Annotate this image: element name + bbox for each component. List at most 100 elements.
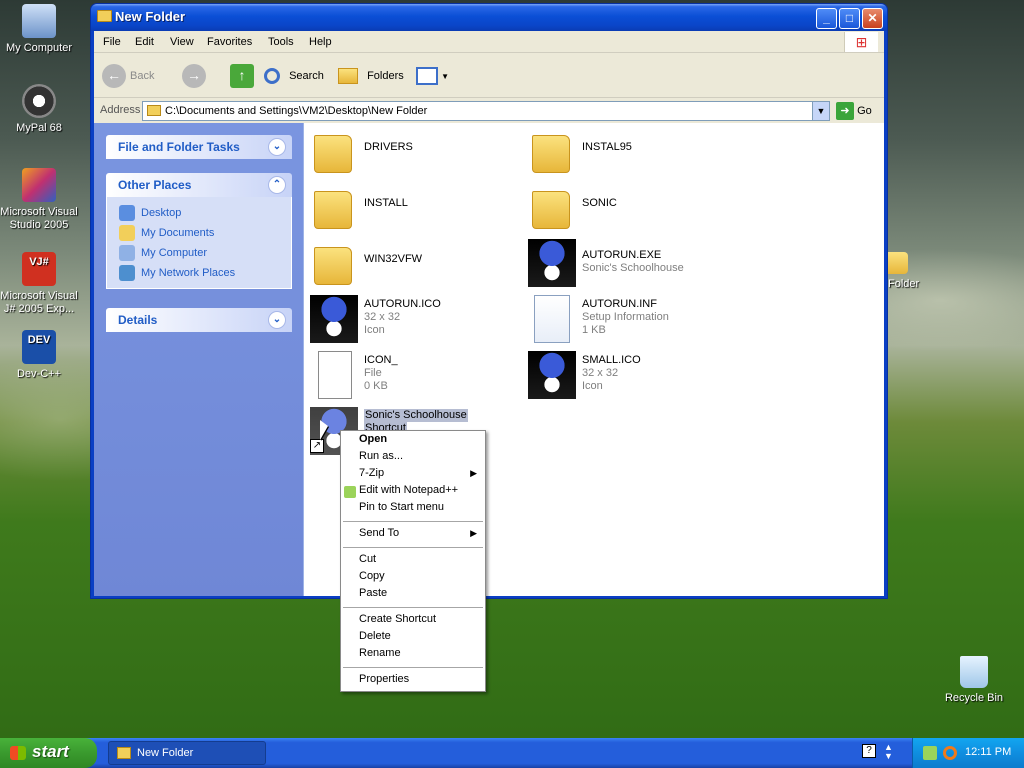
address-bar: Address C:\Documents and Settings\VM2\De… [94, 99, 884, 123]
mouse-cursor-icon [320, 420, 328, 440]
file-item-instal95[interactable]: INSTAL95 [528, 127, 738, 179]
help-tray-icon[interactable]: ? [862, 744, 876, 758]
task-pane: File and Folder Tasks ⌄ Other Places ⌃ D… [94, 123, 303, 596]
computer-icon [22, 4, 56, 38]
desktop-icon-devcpp[interactable]: DEV Dev-C++ [0, 330, 78, 381]
place-my-documents[interactable]: My Documents [119, 225, 214, 241]
file-folder-tasks-header[interactable]: File and Folder Tasks ⌄ [106, 135, 292, 159]
menu-separator [343, 667, 483, 668]
window-client: File Edit View Favorites Tools Help ⊞ ← … [94, 31, 884, 596]
menu-bar: File Edit View Favorites Tools Help ⊞ [94, 31, 884, 53]
go-button[interactable]: ➜ Go [836, 101, 880, 121]
chevron-down-icon[interactable]: ⌄ [268, 311, 286, 329]
menu-tools[interactable]: Tools [268, 36, 294, 48]
menu-item-rename[interactable]: Rename [359, 647, 401, 659]
back-arrow-icon: ← [102, 64, 126, 88]
sonic-icon [528, 239, 576, 287]
chevron-up-icon[interactable]: ⌃ [268, 176, 286, 194]
menu-item-create-shortcut[interactable]: Create Shortcut [359, 613, 436, 625]
menu-item-edit-notepadpp[interactable]: Edit with Notepad++ [359, 484, 458, 496]
menu-item-run-as[interactable]: Run as... [359, 450, 403, 462]
desktop-icon-visual-studio[interactable]: Microsoft Visual Studio 2005 [0, 168, 78, 232]
file-item-autorun-exe[interactable]: AUTORUN.EXE Sonic's Schoolhouse [528, 239, 738, 291]
devcpp-icon: DEV [22, 330, 56, 364]
file-icon [318, 351, 352, 399]
other-places-body: Desktop My Documents My Computer My Netw… [106, 197, 292, 289]
folders-icon [338, 68, 358, 85]
visual-studio-icon [22, 168, 56, 202]
menu-help[interactable]: Help [309, 36, 332, 48]
folder-icon [147, 105, 161, 116]
chevron-down-icon[interactable]: ⌄ [268, 138, 286, 156]
title-bar[interactable]: New Folder _ □ ✕ [91, 4, 887, 31]
menu-item-7zip[interactable]: 7-Zip [359, 467, 384, 479]
place-my-computer[interactable]: My Computer [119, 245, 207, 261]
menu-file[interactable]: File [103, 36, 121, 48]
search-tray-icon[interactable] [943, 746, 957, 760]
desktop-icon [119, 205, 135, 221]
toolbar: ← Back → ↑ Search Folders ▼ [94, 54, 884, 98]
file-item-icon[interactable]: ICON_ File 0 KB [310, 351, 520, 403]
menu-item-send-to[interactable]: Send To [359, 527, 399, 539]
desktop-icon-folder[interactable]: Folder [884, 252, 944, 291]
folder-icon [314, 191, 352, 229]
clock[interactable]: 12:11 PM [965, 746, 1011, 758]
menu-view[interactable]: View [170, 36, 194, 48]
folder-icon [314, 135, 352, 173]
minimize-button[interactable]: _ [816, 8, 837, 29]
other-places-header[interactable]: Other Places ⌃ [106, 173, 292, 197]
menu-separator [343, 607, 483, 608]
views-button[interactable]: ▼ [416, 63, 450, 89]
folder-icon [532, 191, 570, 229]
sonic-icon [310, 295, 358, 343]
back-button[interactable]: ← Back [102, 63, 162, 89]
details-header[interactable]: Details ⌄ [106, 308, 292, 332]
folder-icon [97, 10, 112, 22]
file-item-autorun-inf[interactable]: AUTORUN.INF Setup Information 1 KB [528, 295, 738, 347]
menu-item-pin-start[interactable]: Pin to Start menu [359, 501, 444, 513]
menu-edit[interactable]: Edit [135, 36, 154, 48]
menu-item-copy[interactable]: Copy [359, 570, 385, 582]
address-input[interactable]: C:\Documents and Settings\VM2\Desktop\Ne… [142, 101, 830, 121]
place-my-network[interactable]: My Network Places [119, 265, 235, 281]
start-button[interactable]: start [0, 738, 97, 768]
close-button[interactable]: ✕ [862, 8, 883, 29]
desktop-icon-my-computer[interactable]: My Computer [0, 4, 78, 55]
file-item-install[interactable]: INSTALL [310, 183, 520, 235]
tray-expand-icon[interactable]: ▲ ▼ [884, 743, 893, 761]
menu-item-delete[interactable]: Delete [359, 630, 391, 642]
folder-icon [117, 747, 131, 759]
file-item-small-ico[interactable]: SMALL.ICO 32 x 32 Icon [528, 351, 738, 403]
desktop-icon-visual-jsharp[interactable]: VJ# Microsoft Visual J# 2005 Exp... [0, 252, 78, 316]
address-dropdown-button[interactable]: ▼ [812, 102, 829, 120]
go-arrow-icon: ➜ [836, 102, 854, 121]
file-item-win32vfw[interactable]: WIN32VFW [310, 239, 520, 291]
forward-button[interactable]: → [182, 63, 218, 89]
menu-item-cut[interactable]: Cut [359, 553, 376, 565]
up-folder-icon: ↑ [230, 64, 254, 88]
menu-item-properties[interactable]: Properties [359, 673, 409, 685]
folder-icon [532, 135, 570, 173]
desktop-icon-recycle-bin[interactable]: Recycle Bin [935, 656, 1013, 705]
forward-arrow-icon: → [182, 64, 206, 88]
raccoon-icon [22, 84, 56, 118]
folder-icon [314, 247, 352, 285]
documents-icon [119, 225, 135, 241]
file-item-drivers[interactable]: DRIVERS [310, 127, 520, 179]
file-item-autorun-ico[interactable]: AUTORUN.ICO 32 x 32 Icon [310, 295, 520, 347]
menu-item-open[interactable]: Open [359, 433, 387, 445]
up-folder-button[interactable]: ↑ [230, 63, 254, 89]
menu-favorites[interactable]: Favorites [207, 36, 252, 48]
taskbar-app-new-folder[interactable]: New Folder [108, 741, 266, 765]
place-desktop[interactable]: Desktop [119, 205, 181, 221]
desktop-icon-mypal[interactable]: MyPal 68 [0, 84, 78, 135]
search-button[interactable]: Search [264, 63, 330, 89]
file-item-sonic[interactable]: SONIC [528, 183, 738, 235]
network-tray-icon[interactable] [923, 746, 937, 760]
address-label: Address [100, 104, 141, 116]
sonic-icon [528, 351, 576, 399]
windows-logo-icon: ⊞ [844, 32, 878, 52]
menu-item-paste[interactable]: Paste [359, 587, 387, 599]
folders-button[interactable]: Folders [338, 63, 404, 89]
maximize-button[interactable]: □ [839, 8, 860, 29]
